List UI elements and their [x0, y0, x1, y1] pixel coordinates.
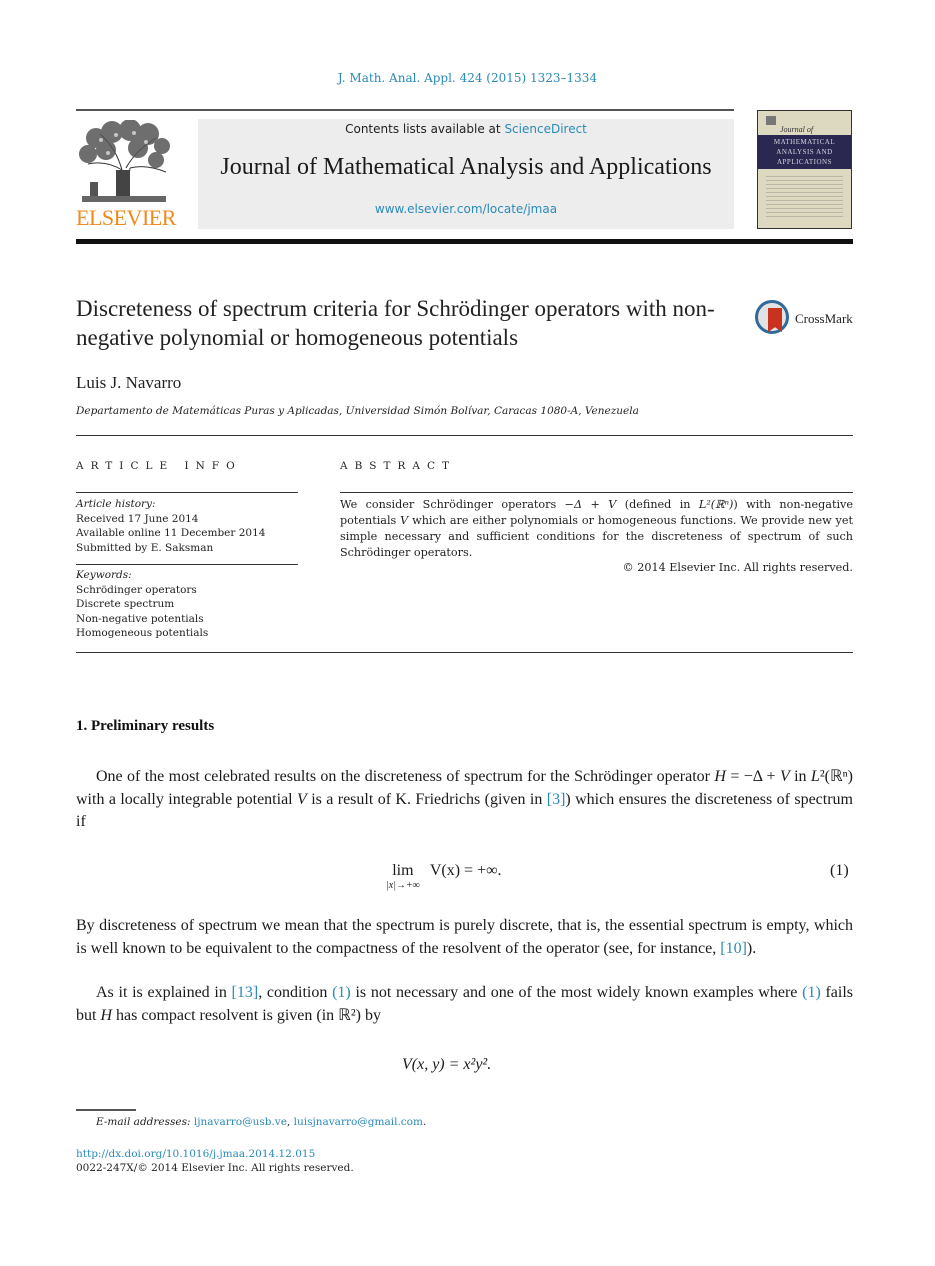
cover-contents-lines	[766, 173, 843, 219]
journal-citation-link[interactable]: J. Math. Anal. Appl. 424 (2015) 1323–133…	[0, 71, 935, 85]
divider	[76, 435, 853, 436]
journal-homepage-link[interactable]: www.elsevier.com/locate/jmaa	[375, 202, 557, 216]
email-link[interactable]: ljnavarro@usb.ve	[194, 1116, 287, 1128]
reference-link[interactable]: [10]	[720, 940, 747, 957]
history-available: Available online 11 December 2014	[76, 527, 266, 539]
divider	[76, 652, 853, 653]
cover-band-line: MATHEMATICAL	[773, 138, 836, 146]
article-title: Discreteness of spectrum criteria for Sc…	[76, 296, 715, 350]
article-history-label: Article history:	[76, 498, 156, 510]
article-history: Article history: Received 17 June 2014 A…	[76, 497, 265, 555]
keywords-label: Keywords:	[76, 569, 132, 581]
email-link[interactable]: luisjnavarro@gmail.com	[294, 1116, 423, 1128]
equation-2: V(x, y) = x²y².	[402, 1056, 492, 1073]
equation-reference-link[interactable]: (1)	[802, 984, 821, 1001]
cover-script-title: Journal of	[780, 125, 814, 134]
crossmark-icon	[755, 300, 789, 334]
reference-link[interactable]: [13]	[232, 984, 259, 1001]
cover-title-band: MATHEMATICAL ANALYSIS AND APPLICATIONS	[758, 135, 851, 169]
keywords: Keywords: Schrödinger operators Discrete…	[76, 568, 208, 641]
author-name: Luis J. Navarro	[76, 373, 182, 392]
crossmark-button[interactable]: CrossMark	[755, 300, 855, 336]
email-footnote: E-mail addresses: ljnavarro@usb.ve, luis…	[96, 1116, 427, 1128]
divider	[340, 492, 853, 493]
elsevier-tree-icon	[76, 119, 172, 204]
history-received: Received 17 June 2014	[76, 512, 199, 525]
reference-link[interactable]: [3]	[547, 791, 566, 808]
divider	[76, 492, 298, 493]
journal-banner: Contents lists available at ScienceDirec…	[198, 119, 734, 229]
paragraph: By discreteness of spectrum we mean that…	[76, 917, 853, 957]
keyword-item: Non-negative potentials	[76, 612, 204, 625]
footnote-rule	[76, 1109, 136, 1111]
elsevier-wordmark: ELSEVIER	[76, 205, 176, 230]
journal-cover-thumbnail[interactable]: Journal of MATHEMATICAL ANALYSIS AND APP…	[757, 110, 852, 229]
cover-band-line: ANALYSIS AND	[776, 148, 833, 156]
author-affiliation: Departamento de Matemáticas Puras y Apli…	[76, 405, 639, 417]
equation-number: (1)	[830, 862, 849, 879]
abstract-copyright: © 2014 Elsevier Inc. All rights reserved…	[622, 561, 853, 574]
keyword-item: Schrödinger operators	[76, 583, 197, 596]
divider	[76, 564, 298, 565]
elsevier-logo[interactable]: ELSEVIER	[76, 119, 176, 230]
contents-prefix: Contents lists available at	[345, 122, 505, 136]
paragraph: One of the most celebrated results on th…	[76, 768, 853, 830]
contents-line: Contents lists available at ScienceDirec…	[198, 122, 734, 136]
sciencedirect-link[interactable]: ScienceDirect	[504, 122, 586, 136]
header-rule	[76, 109, 734, 111]
paragraph: As it is explained in [13], condition (1…	[76, 984, 854, 1024]
history-submitted: Submitted by E. Saksman	[76, 541, 214, 554]
journal-name: Journal of Mathematical Analysis and App…	[220, 154, 712, 180]
header-thick-rule	[76, 239, 853, 244]
keyword-item: Homogeneous potentials	[76, 627, 209, 639]
article-info-heading: ARTICLE INFO	[76, 460, 242, 472]
doi-link[interactable]: http://dx.doi.org/10.1016/j.jmaa.2014.12…	[76, 1148, 315, 1160]
issn-copyright: 0022-247X/© 2014 Elsevier Inc. All right…	[76, 1162, 354, 1174]
email-label: E-mail addresses:	[96, 1116, 191, 1128]
keyword-item: Discrete spectrum	[76, 598, 175, 610]
crossmark-label: CrossMark	[795, 311, 853, 326]
abstract-heading: ABSTRACT	[340, 460, 457, 472]
abstract-body: We consider Schrödinger operators −Δ + V…	[340, 498, 853, 559]
cover-publisher-icon	[766, 116, 776, 125]
equation-reference-link[interactable]: (1)	[332, 984, 351, 1001]
cover-band-line: APPLICATIONS	[776, 158, 832, 166]
section-title: 1. Preliminary results	[76, 718, 215, 734]
equation-1: lim |x|→+∞ V(x) = +∞.	[386, 862, 502, 891]
